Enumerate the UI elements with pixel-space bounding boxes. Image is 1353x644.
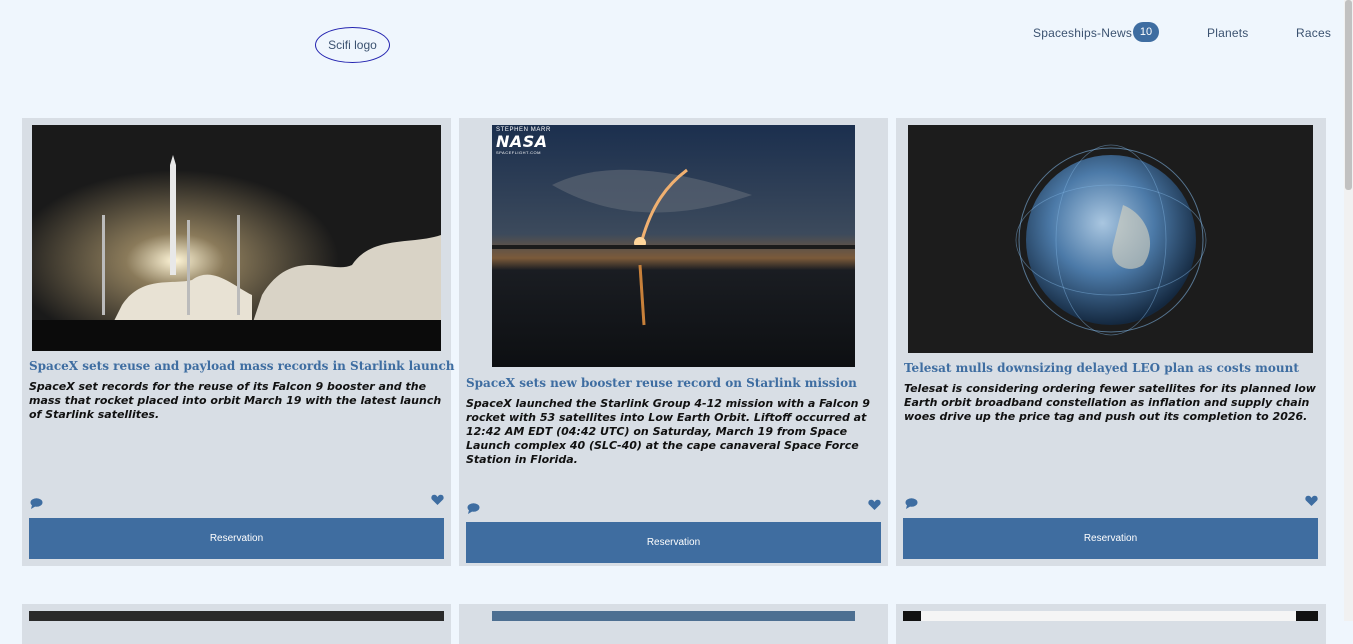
card-title[interactable]: Telesat mulls downsizing delayed LEO pla…	[904, 361, 1299, 375]
nav-planets[interactable]: Planets	[1207, 26, 1248, 40]
card-title[interactable]: SpaceX sets reuse and payload mass recor…	[29, 359, 454, 373]
news-count-badge: 10	[1133, 22, 1159, 42]
card-image	[492, 611, 855, 621]
card-description: SpaceX set records for the reuse of its …	[29, 380, 442, 421]
news-card	[22, 604, 451, 644]
card-image	[903, 611, 1318, 621]
card-image	[29, 611, 444, 621]
news-card: SpaceX sets reuse and payload mass recor…	[22, 118, 454, 566]
reservation-button[interactable]: Reservation	[903, 518, 1318, 559]
news-card	[896, 604, 1326, 644]
comment-icon[interactable]	[30, 498, 43, 509]
site-logo[interactable]: Scifi logo	[315, 27, 390, 63]
news-card: STEPHEN MARR NASA SPACEFLIGHT.COM SpaceX…	[459, 118, 888, 566]
news-card: Telesat mulls downsizing delayed LEO pla…	[896, 118, 1326, 566]
scrollbar-thumb[interactable]	[1345, 0, 1352, 190]
nasa-logo: NASA	[496, 132, 548, 151]
page-scrollbar[interactable]	[1344, 0, 1353, 621]
launch-reflection-image: STEPHEN MARR NASA SPACEFLIGHT.COM	[492, 125, 855, 367]
comment-icon[interactable]	[467, 503, 480, 514]
reservation-button[interactable]: Reservation	[466, 522, 881, 563]
heart-icon[interactable]	[1305, 495, 1318, 507]
reservation-button[interactable]: Reservation	[29, 518, 444, 559]
rocket-launch-image	[32, 125, 441, 351]
earth-satellite-image	[908, 125, 1313, 353]
card-title[interactable]: SpaceX sets new booster reuse record on …	[466, 376, 857, 390]
heart-icon[interactable]	[431, 494, 444, 506]
nav-spaceships-news[interactable]: Spaceships-News	[1033, 26, 1132, 40]
source-site: SPACEFLIGHT.COM	[496, 150, 541, 155]
comment-icon[interactable]	[905, 498, 918, 509]
heart-icon[interactable]	[868, 499, 881, 511]
nav-races[interactable]: Races	[1296, 26, 1331, 40]
card-description: SpaceX launched the Starlink Group 4-12 …	[466, 397, 870, 466]
news-card	[459, 604, 888, 644]
card-description: Telesat is considering ordering fewer sa…	[904, 382, 1316, 423]
